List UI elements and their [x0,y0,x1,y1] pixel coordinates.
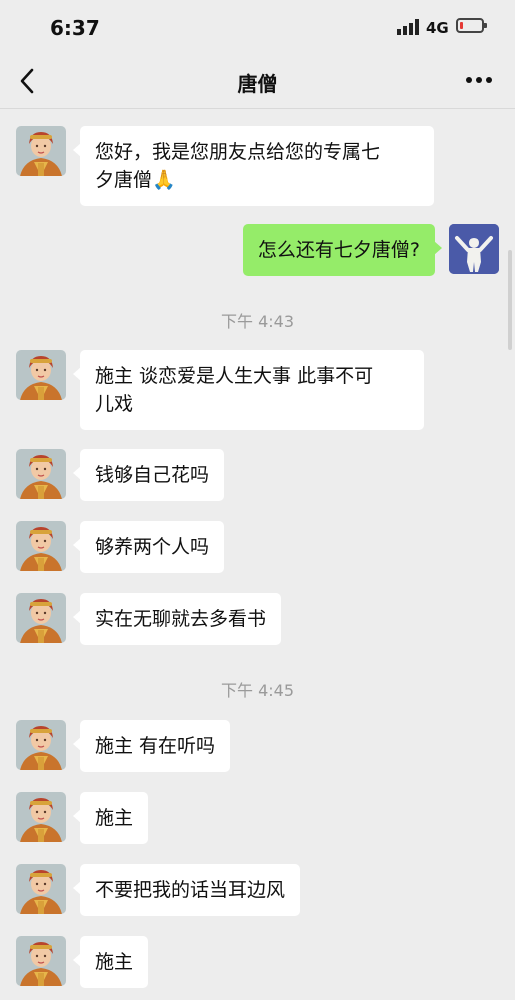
tangseng-avatar[interactable] [16,792,66,842]
nav-bar: 唐僧 [0,56,515,109]
message-bubble[interactable]: 够养两个人吗 [72,521,225,573]
chat-title: 唐僧 [237,72,278,96]
network-type: 4G [426,19,449,37]
tangseng-avatar[interactable] [16,350,66,400]
tangseng-avatar[interactable] [16,449,66,499]
timestamp: 下午 4:43 [220,312,295,331]
scrollbar[interactable] [508,250,512,350]
message-bubble[interactable]: 施主 [72,792,149,844]
tangseng-avatar[interactable] [16,126,66,176]
message-bubble[interactable]: 不要把我的话当耳边风 [72,864,301,916]
message-bubble[interactable]: 实在无聊就去多看书 [72,593,282,645]
status-bar: 6:37 4G [0,0,515,56]
more-options-icon[interactable] [464,74,494,86]
message-bubble[interactable]: 您好，我是您朋友点给您的专属七 夕唐僧🙏 [73,126,434,206]
tangseng-avatar[interactable] [16,936,66,986]
status-time: 6:37 [50,16,100,40]
tangseng-avatar[interactable] [16,593,66,643]
tangseng-avatar[interactable] [16,864,66,914]
message-bubble[interactable]: 施主 谈恋爱是人生大事 此事不可 儿戏 [73,350,424,430]
tangseng-avatar[interactable] [16,720,66,770]
battery-icon [456,18,487,33]
timestamp: 下午 4:45 [220,681,295,700]
message-bubble[interactable]: 施主 有在听吗 [72,720,231,772]
my-message-bubble[interactable]: 怎么还有七夕唐僧? [242,224,443,276]
signal-icon [397,19,419,35]
tangseng-avatar[interactable] [16,521,66,571]
message-bubble[interactable]: 施主 [72,936,149,988]
message-bubble[interactable]: 钱够自己花吗 [72,449,225,501]
my-avatar[interactable] [449,224,499,274]
